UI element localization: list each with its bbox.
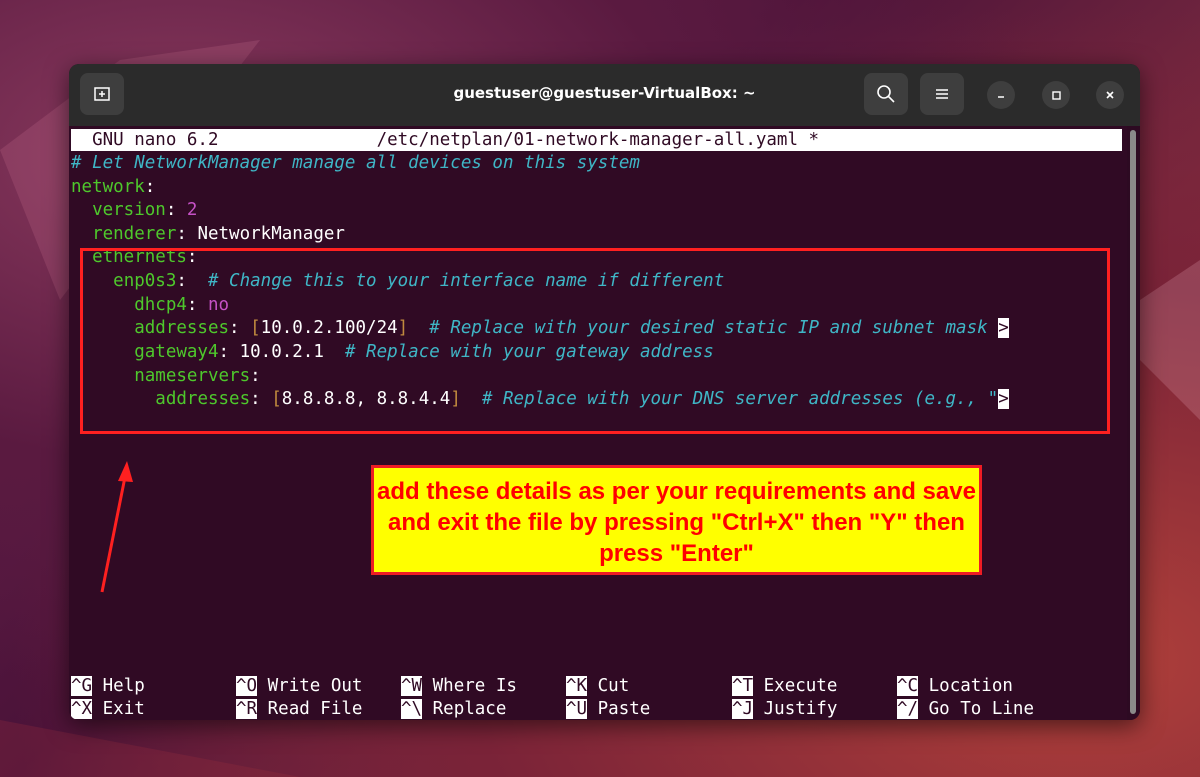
annotation-note: add these details as per your requiremen… [371,465,982,575]
menu-button[interactable] [920,73,964,115]
shortcut-location[interactable]: ^C Location [897,675,1013,698]
scrollbar[interactable] [1127,126,1140,720]
shortcut-execute[interactable]: ^T Execute [732,675,837,698]
shortcut-exit[interactable]: ^X Exit [71,698,145,720]
file-line-3: version: 2 [92,200,198,220]
shortcut-where-is[interactable]: ^W Where Is [401,675,517,698]
shortcut-justify[interactable]: ^J Justify [732,698,837,720]
file-line-1: # Let NetworkManager manage all devices … [71,153,640,173]
search-icon [877,85,895,103]
nano-version: GNU nano 6.2 [92,130,219,150]
close-button[interactable] [1096,81,1124,109]
file-line-4: renderer: NetworkManager [92,224,345,244]
shortcut-replace[interactable]: ^\ Replace [401,698,506,720]
shortcut-read-file[interactable]: ^R Read File [236,698,362,720]
highlight-box [80,248,1110,434]
scrollbar-thumb[interactable] [1130,130,1136,714]
annotation-arrow [100,461,133,593]
close-icon [1106,91,1114,99]
minimize-button[interactable] [987,81,1015,109]
file-line-2: network: [71,177,156,197]
title-bar: guestuser@guestuser-VirtualBox: ~ [69,64,1140,127]
maximize-icon [1052,91,1061,100]
nano-header-bar: GNU nano 6.2 /etc/netplan/01-network-man… [71,129,1122,151]
shortcut-help[interactable]: ^G Help [71,675,145,698]
minimize-icon [998,96,1004,98]
shortcut-paste[interactable]: ^U Paste [566,698,650,720]
shortcut-cut[interactable]: ^K Cut [566,675,629,698]
nano-filename: /etc/netplan/01-network-manager-all.yaml… [376,130,820,150]
hamburger-menu-icon [936,89,948,99]
maximize-button[interactable] [1042,81,1070,109]
shortcut-write-out[interactable]: ^O Write Out [236,675,362,698]
search-button[interactable] [864,73,908,115]
window-title: guestuser@guestuser-VirtualBox: ~ [453,84,756,102]
shortcut-go-to-line[interactable]: ^/ Go To Line [897,698,1034,720]
